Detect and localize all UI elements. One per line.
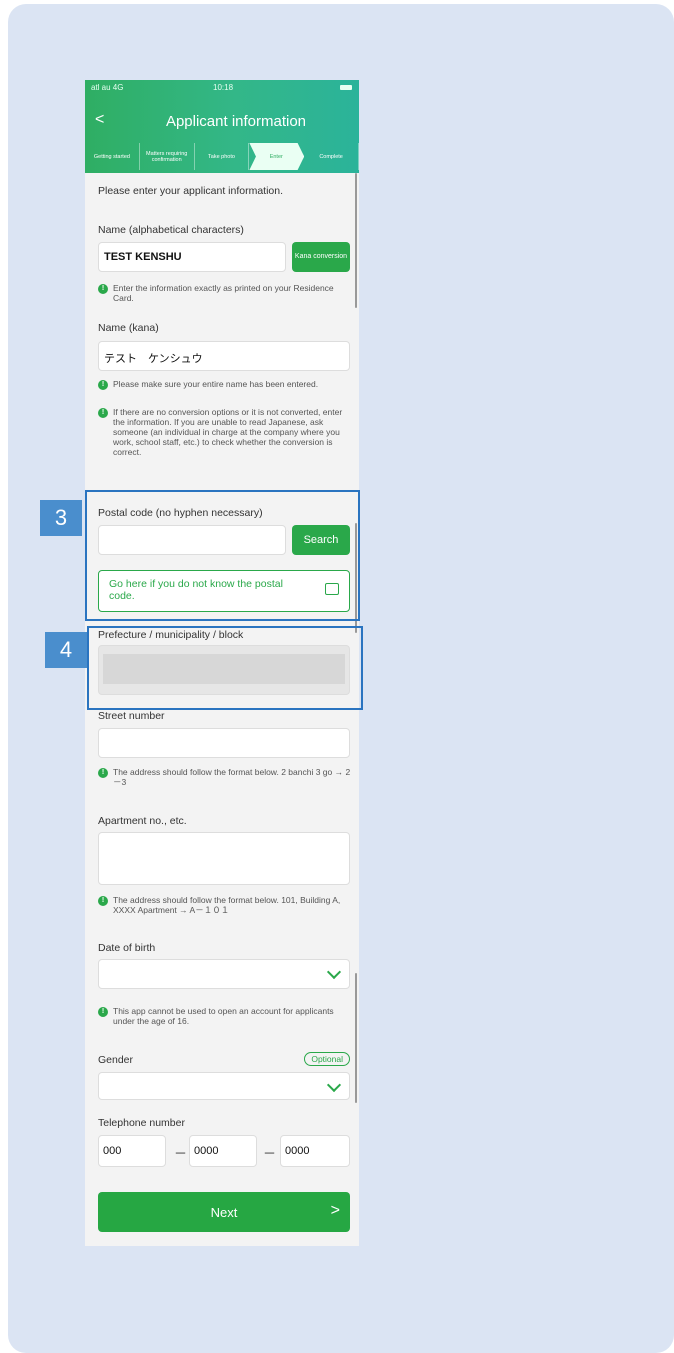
telephone-part-3[interactable]: 0000 bbox=[280, 1135, 350, 1167]
callout-label-3: 3 bbox=[40, 500, 82, 536]
info-icon: ! bbox=[98, 380, 108, 390]
name-kana-notice-1: ! Please make sure your entire name has … bbox=[98, 379, 328, 390]
separator: － bbox=[174, 1146, 188, 1161]
callout-label-4: 4 bbox=[45, 632, 87, 668]
step-complete: Complete bbox=[304, 143, 359, 170]
birth-label: Date of birth bbox=[98, 942, 156, 954]
kana-conversion-button[interactable]: Kana conversion bbox=[292, 242, 350, 272]
info-icon: ! bbox=[98, 896, 108, 906]
step-take-photo: Take photo bbox=[195, 143, 250, 170]
optional-badge: Optional bbox=[304, 1052, 350, 1066]
apartment-input[interactable] bbox=[98, 832, 350, 885]
telephone-label: Telephone number bbox=[98, 1117, 185, 1129]
gender-select[interactable] bbox=[98, 1072, 350, 1100]
chevron-down-icon bbox=[326, 1077, 342, 1093]
apartment-label: Apartment no., etc. bbox=[98, 815, 187, 827]
battery-icon bbox=[340, 85, 352, 90]
name-alpha-notice: ! Enter the information exactly as print… bbox=[98, 283, 353, 303]
progress-steps: Getting started Matters requiring confir… bbox=[85, 143, 359, 170]
chevron-down-icon bbox=[326, 964, 342, 980]
intro-text: Please enter your applicant information. bbox=[98, 185, 284, 197]
step-getting-started: Getting started bbox=[85, 143, 140, 170]
info-icon: ! bbox=[98, 1007, 108, 1017]
street-label: Street number bbox=[98, 710, 165, 722]
street-notice: ! The address should follow the format b… bbox=[98, 767, 353, 787]
gender-label: Gender bbox=[98, 1054, 134, 1066]
name-alpha-label: Name (alphabetical characters) bbox=[98, 224, 244, 236]
status-bar: atl au 4G 10:18 bbox=[85, 80, 359, 96]
name-kana-label: Name (kana) bbox=[98, 322, 159, 334]
page-title: Applicant information bbox=[165, 113, 307, 130]
callout-box-prefecture bbox=[87, 626, 363, 710]
separator: － bbox=[263, 1146, 277, 1161]
name-kana-input[interactable]: テスト ケンシュウ bbox=[98, 341, 350, 371]
next-button[interactable]: Next > bbox=[98, 1192, 350, 1232]
app-header: atl au 4G 10:18 < Applicant information … bbox=[85, 80, 359, 173]
step-enter: Enter bbox=[249, 143, 305, 170]
name-alpha-input[interactable]: TEST KENSHU bbox=[98, 242, 286, 272]
clock-text: 10:18 bbox=[213, 83, 234, 92]
scrollbar-segment bbox=[355, 973, 357, 1103]
street-number-input[interactable] bbox=[98, 728, 350, 758]
telephone-part-1[interactable]: 000 bbox=[98, 1135, 166, 1167]
birth-notice: ! This app cannot be used to open an acc… bbox=[98, 1006, 353, 1026]
carrier-text: atl au 4G bbox=[91, 83, 124, 92]
birth-date-select[interactable] bbox=[98, 959, 350, 989]
scrollbar[interactable] bbox=[355, 173, 357, 308]
info-icon: ! bbox=[98, 768, 108, 778]
info-icon: ! bbox=[98, 408, 108, 418]
apartment-notice: ! The address should follow the format b… bbox=[98, 895, 353, 915]
telephone-part-2[interactable]: 0000 bbox=[189, 1135, 257, 1167]
info-icon: ! bbox=[98, 284, 108, 294]
next-label: Next bbox=[210, 1204, 238, 1220]
step-matters-confirmation: Matters requiring confirmation bbox=[140, 143, 195, 170]
callout-box-postal bbox=[85, 490, 360, 621]
chevron-right-icon: > bbox=[330, 1202, 340, 1219]
name-kana-notice-2: ! If there are no conversion options or … bbox=[98, 407, 353, 457]
